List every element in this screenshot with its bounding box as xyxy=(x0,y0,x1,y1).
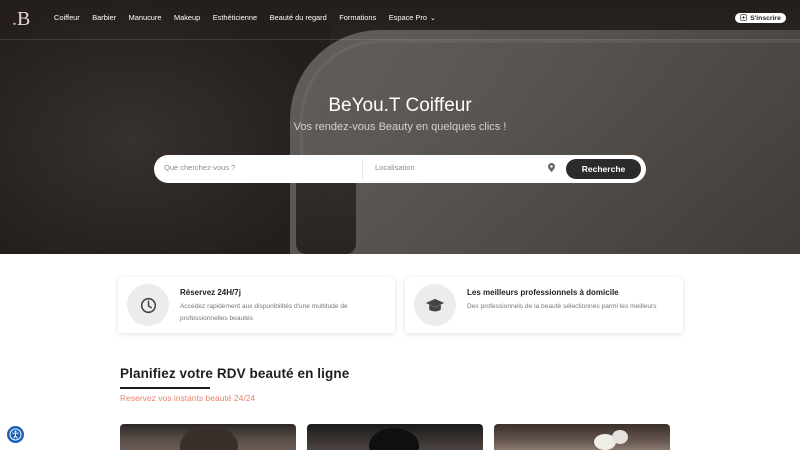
nav-item-manucure[interactable]: Manucure xyxy=(129,13,162,22)
hero-title: BeYou.T Coiffeur xyxy=(328,95,472,116)
location-pin-icon[interactable] xyxy=(548,163,555,174)
photo-detail xyxy=(180,426,238,450)
nav-item-estheticienne[interactable]: Esthéticienne xyxy=(213,13,257,22)
category-photo-tile[interactable] xyxy=(120,424,296,450)
feature-description: Des professionnels de la beauté sélectio… xyxy=(467,303,657,310)
nav-item-coiffeur[interactable]: Coiffeur xyxy=(54,13,80,22)
user-plus-icon xyxy=(740,13,747,23)
photo-detail xyxy=(369,428,419,450)
search-location-input[interactable]: Localisation xyxy=(375,163,535,172)
search-divider xyxy=(362,159,363,179)
brand-logo[interactable]: .B xyxy=(12,8,36,30)
search-button[interactable]: Recherche xyxy=(566,159,641,179)
graduation-cap-icon xyxy=(414,284,456,326)
nav-item-makeup[interactable]: Makeup xyxy=(174,13,200,22)
feature-card-booking: Réservez 24H/7j Accédez rapidement aux d… xyxy=(118,277,395,333)
nav-item-espace-pro[interactable]: Espace Pro ⌄ xyxy=(389,13,436,22)
clock-icon xyxy=(127,284,169,326)
photo-detail xyxy=(612,430,628,444)
category-photo-tile[interactable] xyxy=(307,424,483,450)
category-photo-tile[interactable] xyxy=(494,424,670,450)
top-nav: .B Coiffeur Barbier Manucure Makeup Esth… xyxy=(0,0,800,40)
hero-subtitle: Vos rendez-vous Beauty en quelques clics… xyxy=(293,121,507,133)
feature-description: Accédez rapidement aux disponibilités d'… xyxy=(180,303,348,322)
section-underline xyxy=(120,387,210,389)
nav-item-beaute-du-regard[interactable]: Beauté du regard xyxy=(270,13,327,22)
feature-title: Réservez 24H/7j xyxy=(180,288,241,297)
search-bar: Que cherchez-vous ? Localisation Recherc… xyxy=(154,155,646,183)
accessibility-icon xyxy=(9,428,22,441)
nav-item-barbier[interactable]: Barbier xyxy=(92,13,116,22)
section-subtitle: Reservez vos instants beauté 24/24 xyxy=(120,393,256,403)
section-title: Planifiez votre RDV beauté en ligne xyxy=(120,366,350,381)
accessibility-button[interactable] xyxy=(7,426,24,443)
signup-label: S'inscrire xyxy=(750,14,781,22)
feature-title: Les meilleurs professionnels à domicile xyxy=(467,288,619,297)
search-what-input[interactable]: Que cherchez-vous ? xyxy=(164,163,354,172)
nav-item-espace-pro-label: Espace Pro xyxy=(388,13,427,22)
main-menu: Coiffeur Barbier Manucure Makeup Esthéti… xyxy=(54,13,448,22)
nav-item-formations[interactable]: Formations xyxy=(339,13,376,22)
feature-card-professionals: Les meilleurs professionnels à domicile … xyxy=(405,277,683,333)
signup-button[interactable]: S'inscrire xyxy=(735,13,786,23)
chevron-down-icon: ⌄ xyxy=(429,15,436,22)
